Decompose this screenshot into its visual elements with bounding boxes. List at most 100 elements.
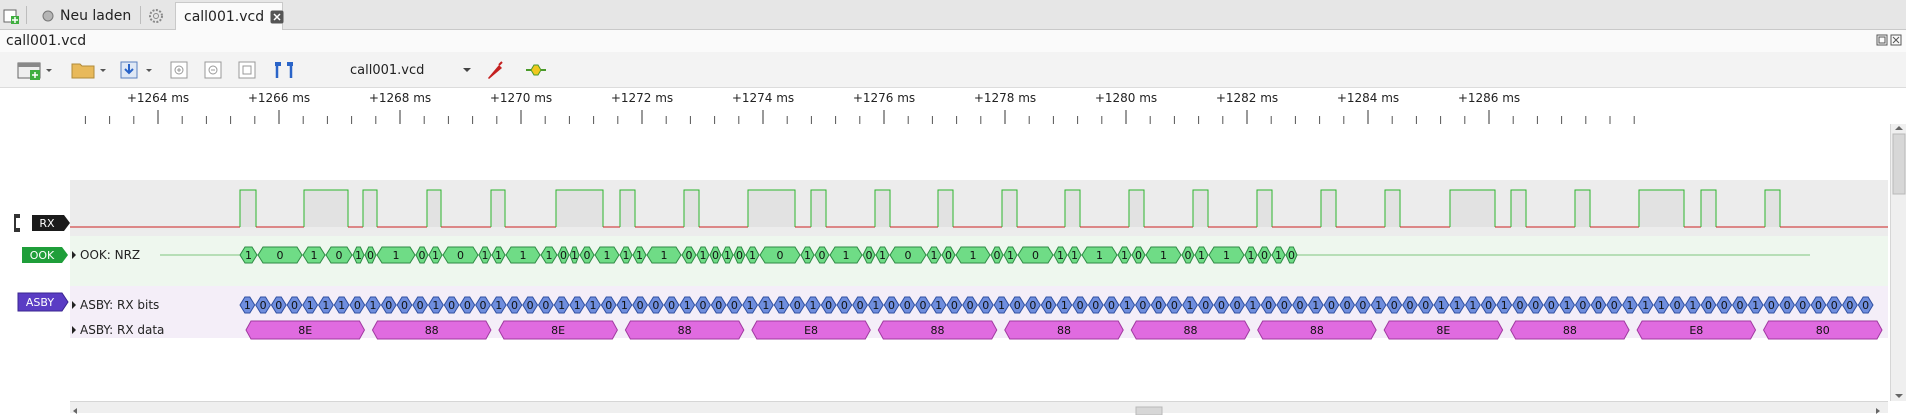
rx-pulse-fill	[875, 190, 890, 227]
tab-settings[interactable]	[144, 2, 168, 30]
asby-bit-label: 0	[888, 299, 895, 312]
ook-bit-label: 1	[1007, 249, 1014, 262]
ook-bit: 1	[505, 246, 541, 264]
asby-bit-label: 1	[558, 299, 565, 312]
rx-pulse-fill	[1129, 190, 1144, 227]
asby-byte-label: 88	[1057, 324, 1071, 337]
rx-pulse-fill	[1511, 190, 1526, 227]
rx-pulse-fill	[1575, 190, 1590, 227]
asby-bit-label: 1	[1564, 299, 1571, 312]
zoom-fit-button[interactable]	[236, 59, 258, 81]
asby-bit-label: 1	[1689, 299, 1696, 312]
asby-byte-label: 88	[425, 324, 439, 337]
asby-bit-label: 0	[1799, 299, 1806, 312]
asby-bit-label: 1	[1501, 299, 1508, 312]
ook-bit-label: 1	[843, 249, 850, 262]
trace-area[interactable]: 1010101010111101011110101010101010101010…	[70, 124, 1888, 401]
asby-bit-label: 1	[1642, 299, 1649, 312]
asby-bit-label: 0	[637, 299, 644, 312]
add-view-button[interactable]	[16, 59, 56, 81]
rx-pulse-fill	[491, 190, 505, 227]
zoom-in-icon	[170, 61, 188, 79]
ook-bit: 1	[829, 246, 863, 264]
asby-bit-label: 0	[1202, 299, 1209, 312]
rx-badge[interactable]: RX	[32, 215, 70, 231]
asby-bit-label: 0	[527, 299, 534, 312]
tick-label: +1266 ms	[248, 91, 310, 105]
device-combo[interactable]: call001.vcd	[350, 58, 482, 82]
ook-badge[interactable]: OOK	[22, 247, 68, 263]
asby-bits-row-label[interactable]: ASBY: RX bits	[72, 298, 159, 312]
asby-byte: E8	[1636, 320, 1757, 340]
rx-pulse-fill	[1002, 190, 1017, 227]
close-view-icon[interactable]	[1890, 34, 1902, 50]
asby-bit-label: 1	[1124, 299, 1131, 312]
zoom-in-button[interactable]	[168, 59, 190, 81]
asby-bit-label: 1	[1454, 299, 1461, 312]
ook-bit-label: 0	[1261, 249, 1268, 262]
asby-bit-label: 0	[542, 299, 549, 312]
ook-bit-label: 1	[661, 249, 668, 262]
ook-bit-label: 1	[931, 249, 938, 262]
ook-bit-label: 1	[700, 249, 707, 262]
device-combo-label: call001.vcd	[350, 62, 425, 78]
ook-bit-label: 0	[1032, 249, 1039, 262]
asby-bit-label: 0	[1108, 299, 1115, 312]
asby-bit-label: 0	[1407, 299, 1414, 312]
tab-bar: Neu laden call001.vcd	[0, 0, 1906, 30]
tick-label: +1274 ms	[732, 91, 794, 105]
asby-bit-label: 0	[825, 299, 832, 312]
tab-reload[interactable]: Neu laden	[34, 2, 139, 30]
ook-bit-label: 1	[724, 249, 731, 262]
asby-bit-label: 0	[1045, 299, 1052, 312]
asby-byte-label: 8E	[1436, 324, 1450, 337]
asby-bit-label: 0	[904, 299, 911, 312]
zoom-out-icon	[204, 61, 222, 79]
add-decoder-button[interactable]	[524, 59, 548, 81]
view-title-row: call001.vcd	[0, 30, 1906, 52]
asby-badge[interactable]: ASBY	[17, 292, 69, 312]
zoom-out-button[interactable]	[202, 59, 224, 81]
horizontal-scrollbar[interactable]	[70, 401, 1888, 415]
tick-label: +1268 ms	[369, 91, 431, 105]
probe-button[interactable]	[484, 59, 506, 81]
open-file-button[interactable]	[70, 59, 110, 81]
save-button[interactable]	[118, 59, 158, 81]
asby-bit-label: 0	[1595, 299, 1602, 312]
asby-bit-label: 1	[244, 299, 251, 312]
ook-bit-label: 1	[432, 249, 439, 262]
show-cursors-button[interactable]	[272, 59, 296, 81]
asby-byte: 8E	[498, 320, 618, 340]
asby-byte: E8	[751, 320, 871, 340]
asby-byte: 80	[1762, 320, 1883, 340]
toolbar: call001.vcd	[0, 52, 1906, 88]
asby-data-row-label[interactable]: ASBY: RX data	[72, 323, 164, 337]
asby-byte-label: 88	[1310, 324, 1324, 337]
asby-bit-label: 0	[1014, 299, 1021, 312]
ook-bit-label: 1	[355, 249, 362, 262]
float-icon[interactable]	[1876, 34, 1888, 50]
ook-row-label[interactable]: OOK: NRZ	[72, 248, 140, 262]
time-ruler[interactable]: +1264 ms +1266 ms +1268 ms +1270 ms +1272 ms…	[70, 88, 1888, 124]
ook-bit: 1	[569, 246, 580, 264]
asby-byte-label: 88	[1563, 324, 1577, 337]
asby-byte: 88	[877, 320, 998, 340]
asby-bit-label: 0	[967, 299, 974, 312]
asby-bit-label: 0	[291, 299, 298, 312]
asby-byte: 88	[1510, 320, 1630, 340]
ook-badge-label: OOK	[30, 249, 55, 262]
asby-bit-label: 0	[275, 299, 282, 312]
asby-bit-label: 0	[1139, 299, 1146, 312]
tab-new-session[interactable]	[2, 2, 24, 30]
probe-icon	[488, 61, 503, 79]
asby-bit-label: 1	[307, 299, 314, 312]
ook-bit-label: 0	[419, 249, 426, 262]
vertical-scrollbar[interactable]	[1890, 124, 1906, 401]
ook-bit-label: 1	[245, 249, 252, 262]
asby-bit-label: 1	[621, 299, 628, 312]
asby-bit-label: 1	[872, 299, 879, 312]
asby-bit-label: 0	[1218, 299, 1225, 312]
close-icon[interactable]	[270, 10, 284, 24]
tab-call001[interactable]: call001.vcd	[175, 2, 284, 30]
asby-bit-label: 1	[1061, 299, 1068, 312]
